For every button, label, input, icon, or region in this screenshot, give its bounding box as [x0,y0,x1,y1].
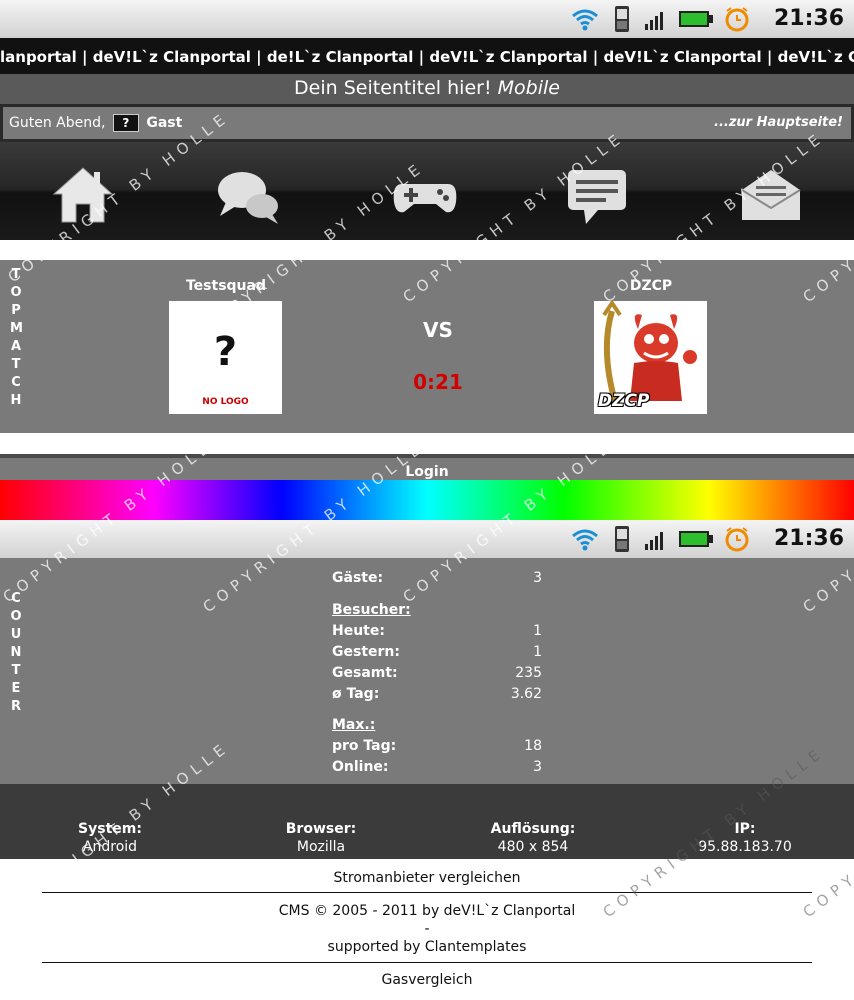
per-day-label: pro Tag: [332,738,397,754]
ip-info: IP: 95.88.183.70 [698,821,792,855]
alarm-icon [725,527,749,552]
main-nav [0,142,854,240]
max-heading: Max.: [332,717,376,733]
color-strip [0,480,854,520]
guests-value: 3 [533,570,542,586]
signal-icon [645,532,663,550]
gaming-icon[interactable] [390,162,460,228]
chat-icon[interactable] [562,162,632,228]
no-logo-caption: NO LOGO [202,397,249,407]
top-match-panel: T O P M A T C H Testsquad ? NO LOGO VS 0… [0,260,854,433]
supported-by-link[interactable]: supported by Clantemplates [0,939,854,955]
greeting-text: Guten Abend, [9,115,106,131]
footer-divider [42,892,812,893]
site-title-main: Dein Seitentitel hier! [294,77,492,99]
footer-dash: - [424,921,430,937]
clock: 21:36 [773,526,844,551]
mail-icon[interactable] [736,162,806,228]
power-compare-link[interactable]: Stromanbieter vergleichen [0,870,854,886]
home-link[interactable]: ...zur Hauptseite! [714,107,843,139]
forum-icon[interactable] [214,162,284,228]
vs-label: VS [423,318,453,342]
browser-info: Browser: Mozilla [285,821,357,855]
online-value: 3 [533,759,542,775]
team1-logo[interactable]: ? NO LOGO [169,301,282,414]
battery-icon [679,531,713,547]
today-value: 1 [533,623,542,639]
system-info: System: Android [78,821,142,855]
resolution-info: Auflösung: 480 x 854 [490,821,576,855]
clock: 21:36 [773,6,844,31]
team2-name[interactable]: DZCP [571,278,731,294]
ticker: lanportal | deV!L`z Clanportal | de!L`z … [0,38,854,74]
gas-compare-link[interactable]: Gasvergleich [0,972,854,988]
total-label: Gesamt: [332,665,398,681]
dzcp-logo-caption: DZCP [598,391,650,411]
team1-name[interactable]: Testsquad [146,278,306,294]
client-info-bar: System: Android Browser: Mozilla Auflösu… [0,784,854,859]
wifi-icon [572,9,598,31]
guests-label: Gäste: [332,570,384,586]
avg-day-value: 3.62 [510,686,542,702]
top-match-label: T O P M A T C H [10,267,23,408]
total-value: 235 [515,665,542,681]
online-label: Online: [332,759,389,775]
no-logo-question-mark: ? [213,329,238,375]
visitors-heading: Besucher: [332,602,411,618]
counter-label: C O U N T E R [10,591,22,714]
battery-icon [679,11,713,27]
yesterday-label: Gestern: [332,644,400,660]
username[interactable]: Gast [146,115,182,131]
home-icon[interactable] [48,162,118,228]
avg-day-label: ø Tag: [332,686,380,702]
counter-panel: C O U N T E R Gäste: 3 Besucher: Heute: … [0,558,854,784]
cms-copyright[interactable]: CMS © 2005 - 2011 by deV!L`z Clanportal [0,903,854,919]
today-label: Heute: [332,623,385,639]
status-bar: 21:36 [0,0,854,38]
footer: Stromanbieter vergleichen CMS © 2005 - 2… [0,859,854,1000]
phone-vibrate-icon [615,6,629,32]
footer-divider [42,962,812,963]
phone-vibrate-icon [615,526,629,552]
yesterday-value: 1 [533,644,542,660]
signal-icon [645,12,663,30]
match-score[interactable]: 0:21 [400,370,476,394]
greeting-bar: Guten Abend, ? Gast ...zur Hauptseite! [0,104,854,142]
per-day-value: 18 [524,738,542,754]
wifi-icon [572,529,598,551]
site-title: Dein Seitentitel hier! Mobile [0,74,854,104]
alarm-icon [725,7,749,32]
site-title-mobile: Mobile [497,77,560,99]
status-bar-2: 21:36 [0,520,854,558]
team2-logo[interactable]: DZCP [594,299,707,414]
avatar: ? [112,114,139,132]
status-icons [570,5,750,33]
